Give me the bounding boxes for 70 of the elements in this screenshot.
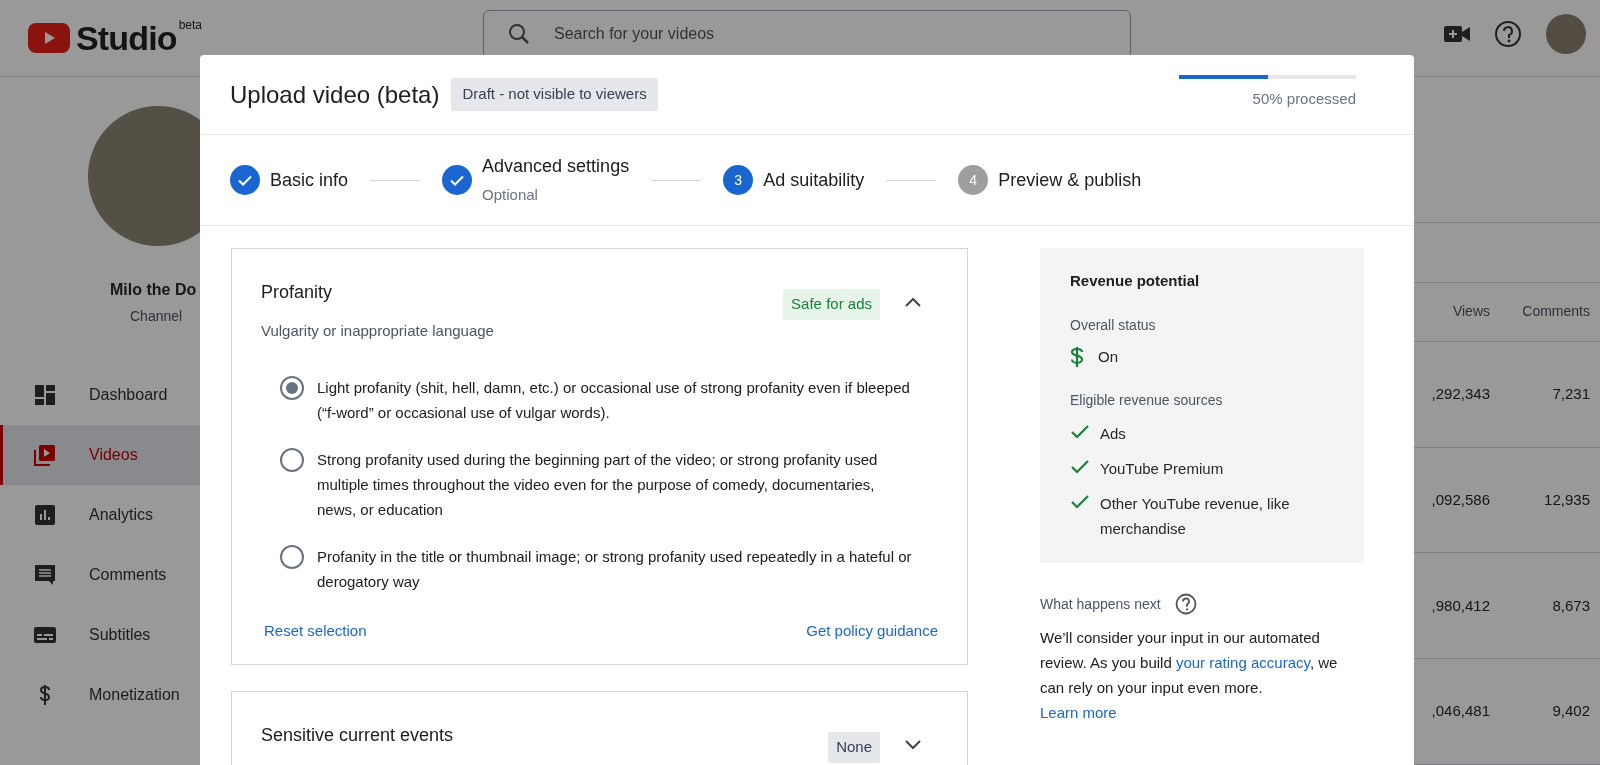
option-label: Profanity in the title or thumbnail image; or strong profanity used repeatedly in a hateful or derogatory way bbox=[317, 546, 913, 592]
channel-label: Channel bbox=[130, 307, 184, 326]
section-subtitle: Vulgarity or inappropriate language bbox=[261, 321, 495, 341]
revenue-source: Ads bbox=[1100, 424, 1127, 444]
section-title: Sensitive current events bbox=[261, 724, 455, 747]
action-link[interactable]: Reset selection bbox=[264, 619, 367, 642]
logo-text: Studio bbox=[76, 18, 177, 59]
collapse-chevron-icon[interactable] bbox=[904, 296, 922, 308]
status-badge: Draft - not visible to viewers bbox=[451, 78, 658, 111]
step-label[interactable]: Ad suitability bbox=[763, 166, 865, 194]
step-sublabel: Optional bbox=[482, 185, 539, 206]
sidebar-item[interactable]: Subtitles bbox=[0, 605, 200, 665]
radio-button[interactable] bbox=[280, 544, 304, 569]
status-value: On bbox=[1098, 346, 1118, 367]
panel-title: Revenue potential bbox=[1070, 271, 1201, 291]
step-label[interactable]: Advanced settings bbox=[482, 153, 630, 181]
help-icon[interactable] bbox=[1174, 593, 1197, 615]
sidebar-item[interactable]: Analytics bbox=[0, 485, 200, 545]
progress-label: 50% processed bbox=[1252, 88, 1356, 109]
channel-name: Milo the Do bbox=[110, 280, 198, 300]
column-header: Comments bbox=[1521, 302, 1591, 322]
revenue-source: YouTube Premium bbox=[1100, 459, 1225, 479]
table-cell-text: 7,231 bbox=[1551, 384, 1591, 405]
sidebar-item[interactable]: Comments bbox=[0, 545, 200, 605]
action-link[interactable]: Get policy guidance bbox=[806, 619, 938, 642]
radio-button[interactable] bbox=[280, 447, 304, 472]
sidebar-item[interactable]: Dashboard bbox=[0, 365, 200, 425]
option-label: Strong profanity used during the beginning part of the video; or strong profanity used multiple times throughout the video even for the purpose of comedy, documentaries, news, or education bbox=[317, 449, 879, 520]
table-cell-text: ,046,481 bbox=[1430, 701, 1490, 722]
check-icon bbox=[1070, 459, 1090, 475]
videos-icon bbox=[33, 443, 57, 467]
rating-badge: Safe for ads bbox=[783, 289, 880, 320]
comments-icon bbox=[33, 563, 57, 587]
expand-chevron-icon[interactable] bbox=[904, 739, 922, 751]
analytics-icon bbox=[33, 503, 57, 527]
inline-link[interactable]: your rating accuracy bbox=[1175, 654, 1310, 671]
table-cell-text: ,092,586 bbox=[1430, 489, 1490, 510]
logo-icon[interactable] bbox=[28, 23, 70, 53]
table-cell-text: 9,402 bbox=[1551, 701, 1591, 722]
section-heading: What happens next bbox=[1040, 594, 1161, 614]
beta-label: beta bbox=[178, 19, 202, 31]
dashboard-icon bbox=[33, 383, 57, 407]
step-label[interactable]: Preview & publish bbox=[998, 166, 1142, 194]
step-number: 4 bbox=[958, 165, 989, 195]
info-paragraph: We’ll consider your input in our automated review. As you build your rating accuracy, we can rely on your input even more. Learn more bbox=[1040, 628, 1339, 723]
help-icon[interactable] bbox=[1494, 20, 1522, 48]
table-cell-text: 12,935 bbox=[1543, 489, 1591, 510]
avatar[interactable] bbox=[1546, 14, 1586, 54]
rating-badge: None bbox=[828, 732, 880, 763]
sidebar-item[interactable]: Monetization bbox=[0, 665, 200, 725]
table-cell-text: ,980,412 bbox=[1430, 595, 1490, 616]
step-label[interactable]: Basic info bbox=[270, 166, 349, 194]
field-label: Eligible revenue sources bbox=[1070, 391, 1224, 410]
search-icon bbox=[507, 22, 531, 46]
step-number: 3 bbox=[723, 165, 754, 195]
field-label: Overall status bbox=[1070, 315, 1157, 335]
inline-link[interactable]: Learn more bbox=[1040, 704, 1117, 721]
check-icon bbox=[1070, 494, 1090, 510]
dialog-title: Upload video (beta) bbox=[230, 79, 440, 110]
revenue-source: Other YouTube revenue, like merchandise bbox=[1100, 494, 1291, 539]
sidebar-item[interactable]: Videos bbox=[0, 425, 200, 485]
create-video-icon[interactable] bbox=[1444, 24, 1470, 44]
column-header: Views bbox=[1451, 302, 1490, 322]
option-label: Light profanity (shit, hell, damn, etc.) or occasional use of strong profanity even if bleeped (“f-word” or occasional use of vulgar words). bbox=[317, 377, 911, 423]
section-title: Profanity bbox=[261, 281, 334, 304]
table-cell-text: 8,673 bbox=[1551, 595, 1591, 616]
table-cell-text: ,292,343 bbox=[1430, 384, 1490, 405]
radio-button[interactable] bbox=[280, 375, 304, 400]
check-icon bbox=[1070, 424, 1090, 440]
dollar-icon bbox=[1070, 345, 1084, 368]
